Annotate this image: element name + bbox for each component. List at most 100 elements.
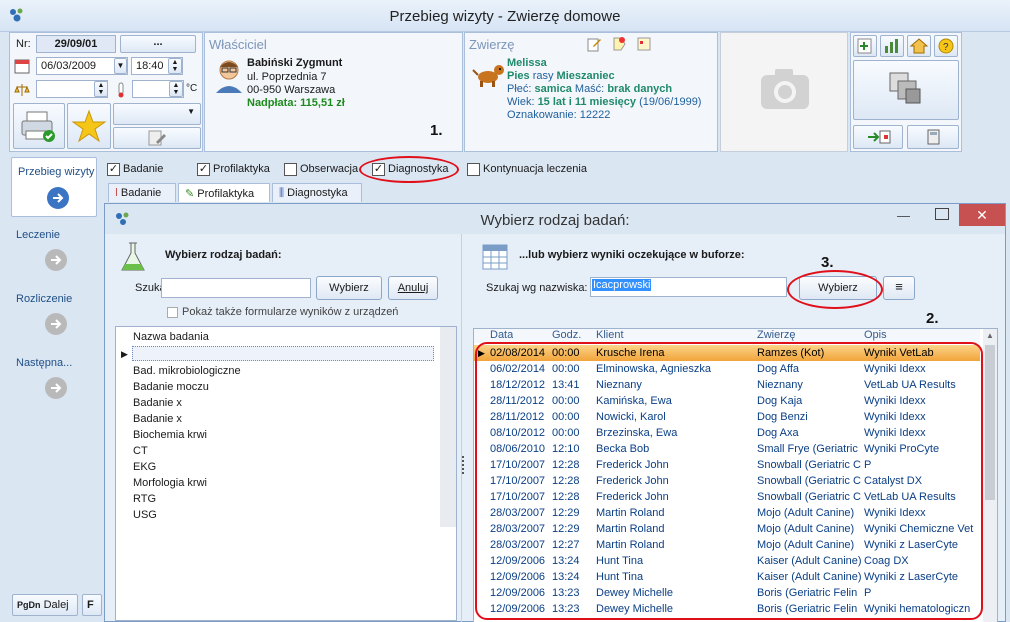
nav-label-rozliczenie[interactable]: Rozliczenie	[10, 293, 100, 305]
choose-button[interactable]: Wybierz	[316, 276, 382, 300]
nr-more-button[interactable]: ...	[120, 35, 196, 53]
arrow-right-icon[interactable]	[45, 377, 67, 399]
documents-button[interactable]	[853, 60, 959, 120]
maximize-icon[interactable]	[935, 208, 949, 220]
check-kontynuacja[interactable]	[467, 163, 480, 176]
byname-input[interactable]: Icacprowski	[590, 277, 787, 297]
table-row[interactable]: 28/03/2007 12:29 Martin Roland Mojo (Adult …	[474, 505, 980, 521]
table-row[interactable]: 17/10/2007 12:28 Frederick John Snowball (G…	[474, 457, 980, 473]
cell-animal: Snowball (Geriatric C	[757, 475, 861, 487]
mark-label: Oznakowanie:	[507, 109, 577, 121]
cell-date: 28/03/2007	[490, 539, 546, 551]
show-forms-checkbox[interactable]	[167, 307, 178, 318]
list-item[interactable]: Badanie moczu	[133, 381, 209, 393]
col-client[interactable]: Klient	[596, 329, 624, 341]
table-row[interactable]: 08/10/2012 00:00 Brzezinska, Ewa Dog Axa Wyn…	[474, 425, 980, 441]
scroll-up-icon[interactable]: ▲	[986, 331, 994, 340]
tag-icon[interactable]	[610, 35, 628, 53]
grid-scrollbar[interactable]: ▲	[983, 329, 997, 622]
home-button[interactable]	[907, 35, 931, 57]
weight-spinner[interactable]: ▲ ▼	[94, 81, 108, 97]
list-scrollbar[interactable]	[440, 327, 456, 527]
edit-icon[interactable]	[585, 35, 603, 53]
col-date[interactable]: Data	[490, 329, 513, 341]
time-spinner[interactable]: ▲ ▼	[168, 58, 182, 74]
table-row[interactable]: 28/11/2012 00:00 Nowicki, Karol Dog Benzi Wy…	[474, 409, 980, 425]
close-button[interactable]: ✕	[959, 204, 1005, 226]
check-badanie[interactable]: ✓	[107, 163, 120, 176]
cancel-button[interactable]: Anuluj	[388, 276, 438, 300]
table-row[interactable]: 12/09/2006 13:24 Hunt Tina Kaiser (Adult Ca…	[474, 553, 980, 569]
date-dropdown-chevron-icon[interactable]: ▼	[114, 58, 127, 74]
minimize-icon[interactable]: —	[897, 208, 917, 224]
add-note-button[interactable]	[853, 35, 877, 57]
table-row[interactable]: 28/03/2007 12:29 Martin Roland Mojo (Adult …	[474, 521, 980, 537]
col-description[interactable]: Opis	[864, 329, 887, 341]
list-item[interactable]: Morfologia krwi	[133, 477, 207, 489]
menu-icon[interactable]: ≡	[883, 276, 915, 300]
list-item[interactable]: RTG	[133, 493, 156, 505]
extra-dropdown[interactable]: ▼	[113, 103, 201, 125]
table-row[interactable]: 08/06/2010 12:10 Becka Bob Small Frye (Geri…	[474, 441, 980, 457]
table-row[interactable]: 06/02/2014 00:00 Elminowska, Agnieszka Dog …	[474, 361, 980, 377]
col-animal[interactable]: Zwierzę	[757, 329, 796, 341]
nav-label-nastepna[interactable]: Następna...	[10, 357, 100, 369]
cell-animal: Kaiser (Adult Canine)	[757, 571, 861, 583]
temperature-spinner[interactable]: ▲ ▼	[169, 81, 183, 97]
calendar-icon[interactable]	[13, 57, 31, 75]
check-label-profilaktyka[interactable]: Profilaktyka	[213, 163, 270, 175]
arrow-right-icon[interactable]	[45, 249, 67, 271]
table-row[interactable]: 18/12/2012 13:41 Nieznany Nieznany VetLab UA…	[474, 377, 980, 393]
edit-doc-button[interactable]	[113, 127, 201, 149]
check-label-badanie[interactable]: Badanie	[123, 163, 163, 175]
arrow-right-icon[interactable]	[45, 313, 67, 335]
chart-button[interactable]	[880, 35, 904, 57]
table-row[interactable]: 17/10/2007 12:28 Frederick John Snowball (G…	[474, 489, 980, 505]
search-input[interactable]	[161, 278, 311, 298]
next-button[interactable]: PgDn Dalej	[12, 594, 78, 616]
table-row[interactable]: 12/09/2006 13:24 Hunt Tina Kaiser (Adult Ca…	[474, 569, 980, 585]
table-row[interactable]: ▶ 02/08/2014 00:00 Krusche Irena Ramzes (Kot…	[474, 345, 980, 361]
favorite-button[interactable]	[67, 103, 111, 149]
check-label-obserwacja[interactable]: Obserwacja	[300, 163, 358, 175]
tab-badanie[interactable]: ǀ Badanie	[108, 183, 176, 202]
tab-diagnostyka[interactable]: ⫼ Diagnostyka	[272, 183, 362, 202]
notes-icon[interactable]	[635, 35, 653, 53]
add-icon	[857, 38, 872, 54]
list-item[interactable]: CT	[133, 445, 148, 457]
splitter[interactable]	[461, 234, 462, 622]
show-forms-label[interactable]: Pokaż także formularze wyników z urządze…	[182, 306, 398, 318]
tab-profilaktyka[interactable]: ✎ Profilaktyka	[178, 183, 270, 202]
print-button[interactable]	[13, 103, 65, 149]
splitter-grip[interactable]	[462, 456, 465, 474]
nav-label-leczenie[interactable]: Leczenie	[10, 229, 100, 241]
cell-animal: Boris (Geriatric Felin	[757, 603, 858, 615]
table-row[interactable]: 17/10/2007 12:28 Frederick John Snowball (G…	[474, 473, 980, 489]
highlight-choose	[787, 270, 883, 309]
owner-street: ul. Poprzednia 7	[247, 71, 327, 83]
nav-item-przebieg[interactable]: Przebieg wizyty	[11, 157, 97, 217]
list-item[interactable]: Badanie x	[133, 413, 182, 425]
col-time[interactable]: Godz.	[552, 329, 581, 341]
f-button[interactable]: F	[82, 594, 102, 616]
table-row[interactable]: 28/03/2007 12:27 Martin Roland Mojo (Adult …	[474, 537, 980, 553]
list-item[interactable]: Biochemia krwi	[133, 429, 207, 441]
scroll-thumb[interactable]	[985, 345, 995, 500]
list-item[interactable]: USG	[133, 509, 157, 521]
table-row[interactable]: 28/11/2012 00:00 Kamińska, Ewa Dog Kaja Wyni…	[474, 393, 980, 409]
check-profilaktyka[interactable]: ✓	[197, 163, 210, 176]
check-label-kontynuacja[interactable]: Kontynuacja leczenia	[483, 163, 587, 175]
list-item[interactable]: Badanie x	[133, 397, 182, 409]
table-row[interactable]: 12/09/2006 13:23 Dewey Michelle Boris (Geri…	[474, 585, 980, 601]
export-button[interactable]	[853, 125, 903, 149]
table-row[interactable]: 12/09/2006 13:23 Dewey Michelle Boris (Geri…	[474, 601, 980, 617]
cell-client: Dewey Michelle	[596, 587, 674, 599]
list-item[interactable]	[132, 346, 434, 361]
animal-mark-line: Oznakowanie: 12222	[507, 109, 610, 121]
calculator-button[interactable]	[907, 125, 959, 149]
check-obserwacja[interactable]	[284, 163, 297, 176]
list-item[interactable]: EKG	[133, 461, 156, 473]
help-button[interactable]: ?	[934, 35, 958, 57]
list-item[interactable]: Bad. mikrobiologiczne	[133, 365, 241, 377]
photo-placeholder[interactable]	[720, 32, 848, 152]
